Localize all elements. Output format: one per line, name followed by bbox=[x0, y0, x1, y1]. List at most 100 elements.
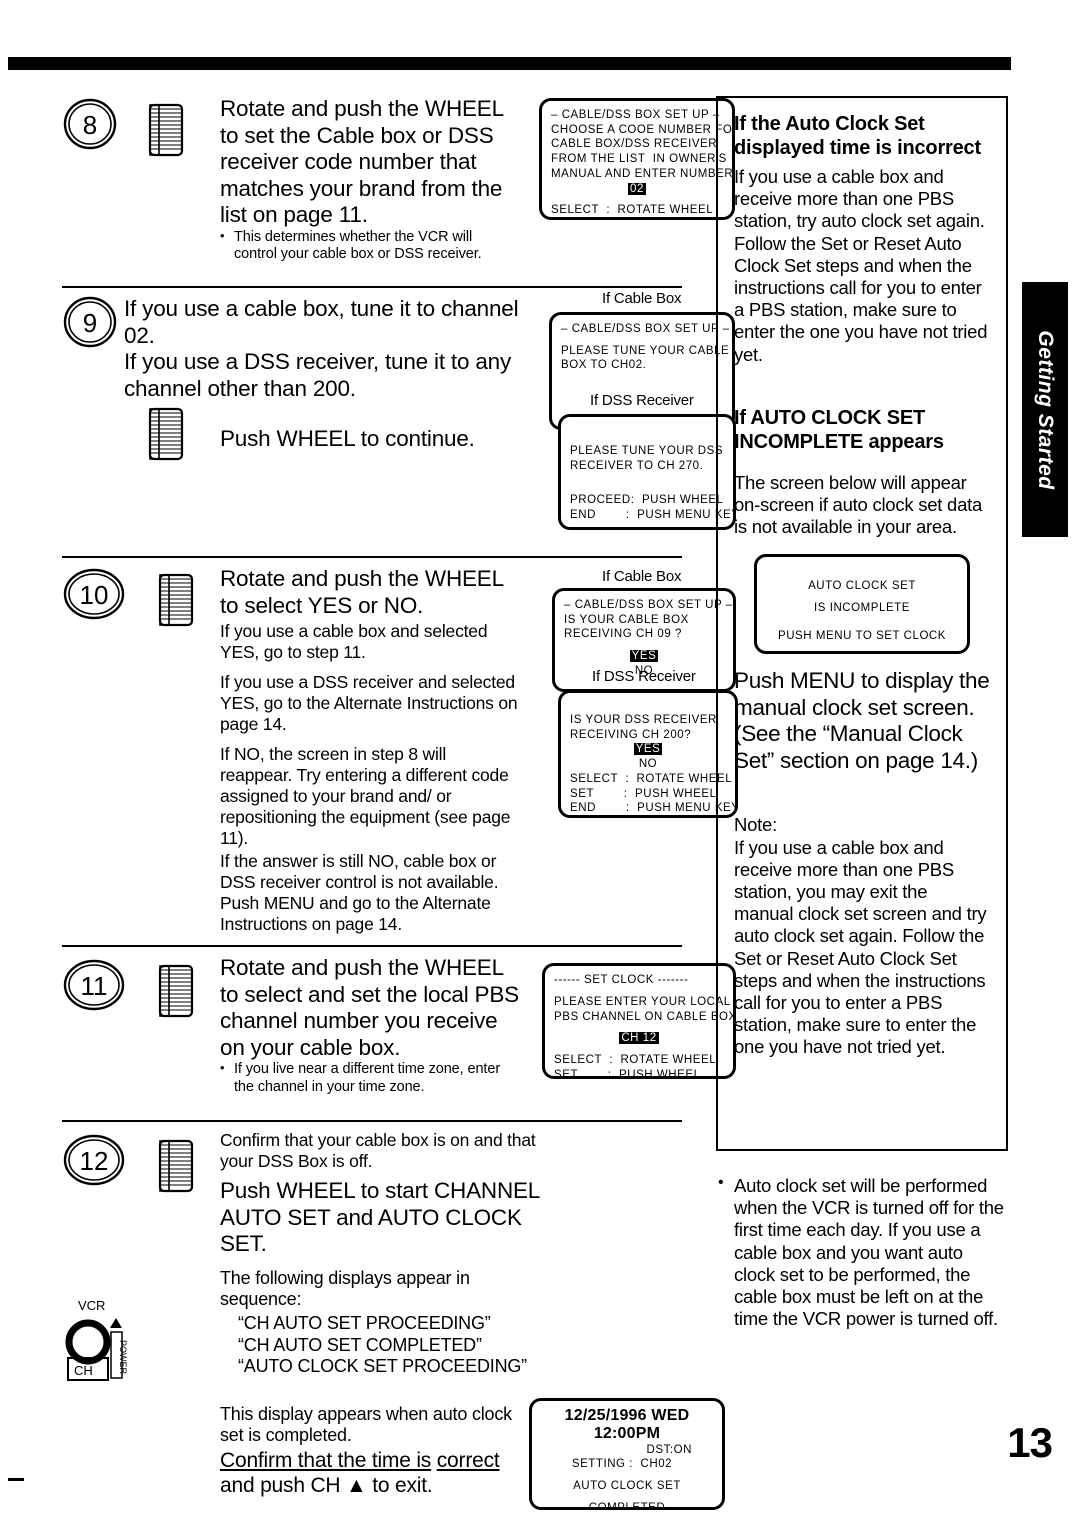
osd-line-2: PBS CHANNEL ON CABLE BOX bbox=[554, 1010, 736, 1023]
osd-caption-if-cable-box: If Cable Box bbox=[602, 290, 682, 307]
step-11-heading: Rotate and push the WHEEL to select and … bbox=[220, 955, 519, 1060]
osd-screen-tune-dss-receiver: PLEASE TUNE YOUR DSS RECEIVER TO CH 270.… bbox=[558, 414, 736, 530]
osd-line-2: IS INCOMPLETE bbox=[814, 601, 910, 614]
final-display-text: This display appears when auto clock set… bbox=[220, 1388, 520, 1499]
svg-text:9: 9 bbox=[83, 308, 97, 338]
osd-line-1: AUTO CLOCK SET bbox=[808, 580, 916, 593]
final-para-2: Confirm that the time is correct and pus… bbox=[220, 1449, 520, 1499]
svg-text:CH: CH bbox=[74, 1363, 93, 1378]
final-display-row: This display appears when auto clock set… bbox=[62, 1388, 725, 1538]
step-12-heading: Push WHEEL to start CHANNEL AUTO SET and… bbox=[220, 1178, 540, 1257]
step-9-line-3: Push WHEEL to continue. bbox=[220, 426, 475, 452]
final-para-1: This display appears when auto clock set… bbox=[220, 1403, 512, 1446]
osd-yes-option[interactable]: YES bbox=[633, 743, 663, 756]
step-10: 10 Rotate and push the WHEEL to select Y… bbox=[62, 556, 738, 945]
wheel-dial-icon bbox=[144, 102, 186, 160]
left-column: 8 Rotate and push the WHEEL to set the C… bbox=[62, 88, 738, 1538]
osd-title: – CABLE/DSS BOX SET UP – bbox=[561, 323, 730, 335]
osd-line-3: FROM THE LIST IN OWNER'S bbox=[551, 153, 727, 166]
right-info-box: If the Auto Clock Set displayed time is … bbox=[716, 96, 1008, 1151]
osd-key-set: SET : PUSH WHEEL bbox=[554, 1068, 701, 1080]
step-8-bullet: This determines whether the VCR will con… bbox=[220, 228, 510, 264]
svg-text:VCR: VCR bbox=[78, 1298, 105, 1313]
right-body-2: The screen below will appear on-screen i… bbox=[734, 471, 983, 538]
osd-code-value-row: 02 bbox=[551, 182, 723, 197]
osd-screen-auto-clock-incomplete: AUTO CLOCK SET IS INCOMPLETE PUSH MENU T… bbox=[754, 554, 970, 655]
wheel-dial-icon bbox=[144, 406, 186, 464]
osd-line-2: CABLE BOX/DSS RECEIVER bbox=[551, 138, 718, 151]
osd-yes-option[interactable]: YES bbox=[629, 650, 659, 663]
step-12-text: Confirm that your cable box is on and th… bbox=[220, 1130, 550, 1378]
osd-screen-confirm-dss-receiver: IS YOUR DSS RECEIVER RECEIVING CH 200? Y… bbox=[558, 690, 738, 818]
osd-key-end: END : PUSH MENU KEY bbox=[570, 802, 738, 815]
step-12-sequence-3: “AUTO CLOCK SET PROCEEDING” bbox=[238, 1356, 527, 1377]
right-note-label: Note: bbox=[734, 814, 777, 836]
osd-title: ------ SET CLOCK ------- bbox=[554, 974, 689, 987]
osd-line-1: PLEASE ENTER YOUR LOCAL bbox=[554, 995, 731, 1008]
osd-line-2: BOX TO CH02. bbox=[561, 359, 647, 372]
osd-caption-if-dss-receiver: If DSS Receiver bbox=[592, 668, 696, 685]
osd-line-2: RECEIVER TO CH 270. bbox=[570, 459, 704, 472]
right-column: If the Auto Clock Set displayed time is … bbox=[716, 96, 1008, 1330]
osd-line-1: IS YOUR CABLE BOX bbox=[564, 613, 689, 626]
right-note-body: If you use a cable box and receive more … bbox=[734, 836, 987, 1058]
osd-line-1: IS YOUR DSS RECEIVER bbox=[570, 714, 717, 726]
osd-key-select: SELECT : ROTATE WHEEL bbox=[551, 204, 714, 217]
step-10-para-1: If you use a cable box and selected YES,… bbox=[220, 621, 488, 663]
step-12-para-1: Confirm that your cable box is on and th… bbox=[220, 1130, 536, 1172]
page-number: 13 bbox=[1007, 1419, 1053, 1466]
step-10-text: Rotate and push the WHEEL to select YES … bbox=[220, 566, 520, 935]
osd-dst: DST:ON bbox=[646, 1443, 692, 1456]
osd-datetime: 12/25/1996 WED 12:00PM bbox=[564, 1406, 690, 1442]
svg-text:POWER: POWER bbox=[118, 1340, 128, 1375]
osd-screen-cable-dss-setup: – CABLE/DSS BOX SET UP – CHOOSE A COOE N… bbox=[539, 98, 735, 220]
osd-key-proceed: PROCEED: PUSH WHEEL bbox=[570, 494, 724, 507]
osd-key-select: SELECT : ROTATE WHEEL bbox=[570, 772, 733, 785]
osd-line-3: PUSH MENU TO SET CLOCK bbox=[777, 629, 947, 642]
osd-setting: SETTING : CH02 bbox=[571, 1458, 673, 1471]
osd-line-2: RECEIVING CH 200? bbox=[570, 728, 692, 741]
osd-channel-value-row: CH 12 bbox=[554, 1031, 724, 1046]
step-12-para-2: The following displays appear in sequenc… bbox=[220, 1267, 470, 1310]
step-8-heading: Rotate and push the WHEEL to set the Cab… bbox=[220, 96, 504, 228]
step-11-text: Rotate and push the WHEEL to select and … bbox=[220, 955, 520, 1096]
osd-line-1: PLEASE TUNE YOUR DSS bbox=[570, 445, 724, 457]
svg-text:11: 11 bbox=[81, 971, 108, 1001]
wheel-dial-icon bbox=[154, 963, 196, 1021]
step-9-line-2: If you use a DSS receiver, tune it to an… bbox=[124, 349, 512, 401]
step-10-para-4: If the answer is still NO, cable box or … bbox=[220, 851, 499, 935]
osd-screen-set-clock-pbs: ------ SET CLOCK ------- PLEASE ENTER YO… bbox=[542, 963, 736, 1080]
vcr-channel-dial-icon: VCR CH POWER bbox=[64, 1296, 138, 1392]
osd-key-set: SET : PUSH WHEEL bbox=[570, 787, 717, 800]
osd-key-select: SELECT : ROTATE WHEEL bbox=[554, 1053, 717, 1066]
osd-screen-auto-clock-complete: 12/25/1996 WED 12:00PM DST:ON SETTING : … bbox=[529, 1397, 725, 1510]
final-rest: and push CH ▲ to exit. bbox=[220, 1473, 433, 1497]
step-11-bullet: If you live near a different time zone, … bbox=[220, 1060, 520, 1096]
osd-yes-row: YES bbox=[564, 649, 724, 664]
osd-code-value: 02 bbox=[628, 182, 646, 195]
osd-no-option[interactable]: NO bbox=[570, 757, 726, 772]
step-9-number-icon: 9 bbox=[62, 296, 118, 348]
osd-channel-value: CH 12 bbox=[619, 1032, 659, 1045]
final-underline-b: correct bbox=[436, 1448, 500, 1472]
svg-text:12: 12 bbox=[80, 1146, 109, 1176]
step-8-text: Rotate and push the WHEEL to set the Cab… bbox=[220, 96, 510, 264]
step-8-number-icon: 8 bbox=[62, 98, 118, 150]
osd-line-1: CHOOSE A COOE NUMBER FOR bbox=[551, 123, 735, 136]
osd-title: – CABLE/DSS BOX SET UP – bbox=[564, 599, 733, 611]
osd-caption-if-cable-box: If Cable Box bbox=[602, 568, 682, 585]
step-10-heading: Rotate and push the WHEEL to select YES … bbox=[220, 566, 504, 618]
section-tab-getting-started: Getting Started bbox=[1022, 282, 1068, 537]
osd-key-end: END : PUSH MENU KEY bbox=[570, 509, 736, 522]
osd-line-2: RECEIVING CH 09 ? bbox=[564, 628, 682, 641]
osd-yes-row: YES bbox=[570, 742, 726, 757]
osd-line-1: PLEASE TUNE YOUR CABLE bbox=[561, 344, 730, 357]
svg-text:8: 8 bbox=[83, 110, 97, 140]
wheel-dial-icon bbox=[154, 572, 196, 630]
step-11: 11 Rotate and push the WHEEL to select a… bbox=[62, 945, 736, 1120]
step-10-number-icon: 10 bbox=[62, 568, 125, 620]
step-10-para-2: If you use a DSS receiver and selected Y… bbox=[220, 672, 518, 735]
section-tab-label: Getting Started bbox=[1034, 329, 1057, 490]
step-12-sequence-1: “CH AUTO SET PROCEEDING” bbox=[238, 1312, 491, 1333]
osd-key-set: SET : PUSH WHEEL bbox=[551, 218, 723, 220]
